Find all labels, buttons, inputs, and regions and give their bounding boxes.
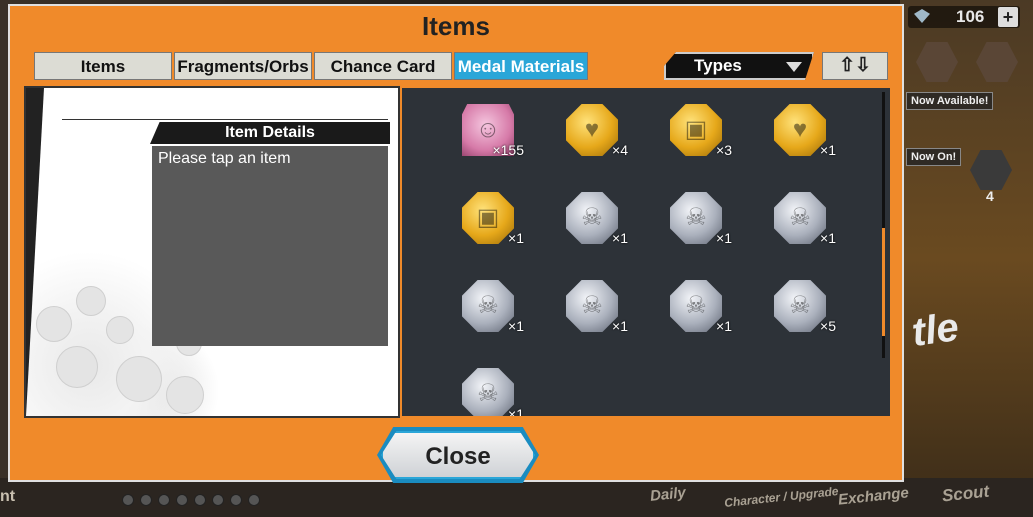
tab-fragments-orbs[interactable]: Fragments/Orbs xyxy=(174,52,312,80)
item-count: ×1 xyxy=(820,142,836,158)
tab-items[interactable]: Items xyxy=(34,52,172,80)
medal-item[interactable]: ☺ ×155 xyxy=(456,98,524,168)
skull-medal-silver-emblem-icon: ☠ xyxy=(685,292,707,319)
sort-order-button[interactable]: ⇧⇩ xyxy=(822,52,888,80)
now-available-label: Now Available! xyxy=(906,92,994,110)
medal-item[interactable]: ▣ ×1 xyxy=(456,186,524,256)
item-count: ×1 xyxy=(612,230,628,246)
add-gems-button[interactable]: + xyxy=(998,7,1018,27)
skull-medal-silver-emblem-icon: ☠ xyxy=(477,292,499,319)
item-count: ×1 xyxy=(508,318,524,334)
item-count: ×155 xyxy=(492,142,524,158)
item-count: ×1 xyxy=(716,230,732,246)
medal-item[interactable]: ♥ ×4 xyxy=(560,98,628,168)
medal-item[interactable]: ☠ ×1 xyxy=(560,186,628,256)
medal-item[interactable]: ☠ ×1 xyxy=(456,274,524,344)
page-indicator xyxy=(122,494,260,506)
medal-item[interactable]: ☠ ×1 xyxy=(768,186,836,256)
item-count: ×4 xyxy=(612,142,628,158)
items-dialog: Items Items Fragments/Orbs Chance Card M… xyxy=(8,4,904,482)
medal-item[interactable]: ☠ ×5 xyxy=(768,274,836,344)
medal-item[interactable]: ☠ ×1 xyxy=(560,274,628,344)
skull-medal-silver-emblem-icon: ☠ xyxy=(581,292,603,319)
item-count: ×1 xyxy=(508,230,524,246)
medal-item[interactable]: ♥ ×1 xyxy=(768,98,836,168)
gem-icon xyxy=(914,9,930,23)
item-count: ×1 xyxy=(716,318,732,334)
types-filter-dropdown[interactable]: Types xyxy=(664,52,814,80)
heart-medal-gold-emblem-icon: ♥ xyxy=(792,116,808,143)
item-details-box xyxy=(152,146,388,346)
armor-medal-gold-emblem-icon: ▣ xyxy=(684,116,708,143)
gem-count: 106 xyxy=(956,7,985,26)
tab-chance-card[interactable]: Chance Card xyxy=(314,52,452,80)
item-count: ×3 xyxy=(716,142,732,158)
event-counter: 4 xyxy=(986,188,994,204)
chevron-down-icon xyxy=(786,62,802,72)
left-nav-partial: nt xyxy=(0,488,16,505)
medal-item[interactable]: ▣ ×3 xyxy=(664,98,732,168)
right-background xyxy=(900,0,1033,517)
skull-medal-silver-emblem-icon: ☠ xyxy=(789,292,811,319)
dialog-title: Items xyxy=(422,11,490,41)
tab-medal-materials[interactable]: Medal Materials xyxy=(454,52,588,80)
item-count: ×1 xyxy=(508,406,524,418)
medal-item[interactable]: ☠ ×1 xyxy=(664,186,732,256)
heart-medal-gold-emblem-icon: ♥ xyxy=(584,116,600,143)
medal-item[interactable]: ☠ ×1 xyxy=(664,274,732,344)
details-divider xyxy=(62,119,388,120)
item-count: ×1 xyxy=(612,318,628,334)
medal-item[interactable]: ☠ ×1 xyxy=(456,362,524,416)
types-filter-label: Types xyxy=(694,56,742,75)
battle-title-partial: tle xyxy=(909,304,962,356)
now-on-label: Now On! xyxy=(906,148,962,166)
skull-medal-silver-emblem-icon: ☠ xyxy=(477,380,499,407)
skull-medal-silver-emblem-icon: ☠ xyxy=(581,204,603,231)
item-count: ×5 xyxy=(820,318,836,334)
item-details-heading: Item Details xyxy=(150,122,390,144)
item-details-panel: Item Details Please tap an item xyxy=(24,86,400,418)
armor-medal-gold-emblem-icon: ▣ xyxy=(476,204,500,231)
item-details-placeholder: Please tap an item xyxy=(158,150,291,167)
gem-counter: 106 + xyxy=(908,6,1020,28)
close-button[interactable]: Close xyxy=(381,431,535,479)
grid-scroll-thumb[interactable] xyxy=(882,228,885,336)
skull-medal-silver-emblem-icon: ☠ xyxy=(789,204,811,231)
item-count: ×1 xyxy=(820,230,836,246)
skull-medal-silver-emblem-icon: ☠ xyxy=(685,204,707,231)
medal-grid: ☺ ×155 ♥ ×4 ▣ ×3 ♥ ×1 ▣ ×1 ☠ ×1 ☠ ×1 ☠ ×1 ☠ ×1 ☠ ×1 ☠ ×1 ☠ ×5 ☠ ×… xyxy=(400,86,892,418)
